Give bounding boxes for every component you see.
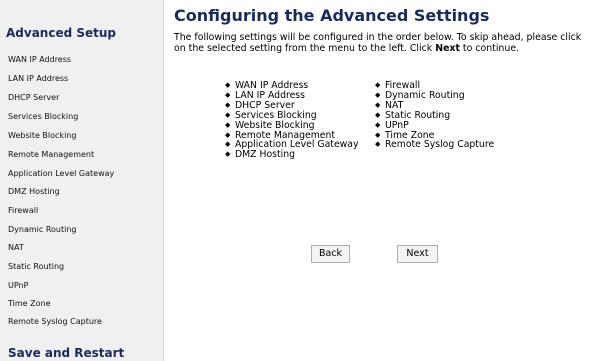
sidebar-item-dynamic-routing[interactable]: Dynamic Routing — [8, 225, 77, 235]
sidebar-item-upnp[interactable]: UPnP — [8, 281, 28, 291]
sidebar-item-remote-management[interactable]: Remote Management — [8, 150, 94, 160]
sidebar-item-time-zone[interactable]: Time Zone — [8, 299, 51, 309]
sidebar-item-wan-ip-address[interactable]: WAN IP Address — [8, 55, 71, 65]
save-and-restart-link[interactable]: Save and Restart — [8, 346, 124, 360]
diamond-bullet-icon: ◆ — [375, 120, 381, 129]
sidebar-item-dmz-hosting[interactable]: DMZ Hosting — [8, 187, 60, 197]
intro-text-end: to continue. — [459, 43, 520, 54]
sidebar-item-remote-syslog-capture[interactable]: Remote Syslog Capture — [8, 317, 102, 327]
settings-list-left: ◆ WAN IP Address ◆ LAN IP Address ◆ DHCP Se… — [224, 81, 358, 160]
sidebar-item-static-routing[interactable]: Static Routing — [8, 262, 64, 272]
diamond-bullet-icon: ◆ — [375, 100, 381, 109]
sidebar-item-dhcp-server[interactable]: DHCP Server — [8, 93, 59, 103]
list-item: ◆ Remote Syslog Capture — [374, 140, 494, 150]
page-title: Configuring the Advanced Settings — [174, 6, 490, 25]
diamond-bullet-icon: ◆ — [225, 120, 231, 129]
back-button[interactable]: Back — [311, 245, 350, 263]
list-item: ◆ DMZ Hosting — [224, 150, 358, 160]
sidebar-item-nat[interactable]: NAT — [8, 243, 24, 253]
diamond-bullet-icon: ◆ — [375, 81, 381, 89]
sidebar-item-services-blocking[interactable]: Services Blocking — [8, 112, 78, 122]
settings-list-right: ◆ Firewall ◆ Dynamic Routing ◆ NAT ◆ Static … — [374, 81, 494, 150]
diamond-bullet-icon: ◆ — [225, 90, 231, 99]
diamond-bullet-icon: ◆ — [225, 150, 231, 159]
sidebar-item-website-blocking[interactable]: Website Blocking — [8, 131, 76, 141]
sidebar-nav: Advanced Setup WAN IP Address LAN IP Add… — [0, 0, 164, 361]
diamond-bullet-icon: ◆ — [375, 130, 381, 139]
diamond-bullet-icon: ◆ — [225, 140, 231, 149]
list-item-label: DMZ Hosting — [235, 149, 296, 161]
diamond-bullet-icon: ◆ — [225, 110, 231, 119]
diamond-bullet-icon: ◆ — [375, 110, 381, 119]
sidebar-title: Advanced Setup — [6, 26, 117, 40]
list-item-label: Remote Syslog Capture — [385, 139, 495, 151]
sidebar-item-lan-ip-address[interactable]: LAN IP Address — [8, 74, 68, 84]
diamond-bullet-icon: ◆ — [375, 90, 381, 99]
intro-text: The following settings will be configure… — [174, 32, 586, 54]
diamond-bullet-icon: ◆ — [225, 81, 231, 89]
intro-next-emphasis: Next — [435, 43, 460, 54]
diamond-bullet-icon: ◆ — [225, 130, 231, 139]
intro-text-start: The following settings will be configure… — [174, 32, 582, 54]
sidebar-item-application-level-gateway[interactable]: Application Level Gateway — [8, 169, 114, 179]
next-button[interactable]: Next — [397, 245, 438, 263]
sidebar-item-firewall[interactable]: Firewall — [8, 206, 38, 216]
diamond-bullet-icon: ◆ — [375, 140, 381, 149]
diamond-bullet-icon: ◆ — [225, 100, 231, 109]
